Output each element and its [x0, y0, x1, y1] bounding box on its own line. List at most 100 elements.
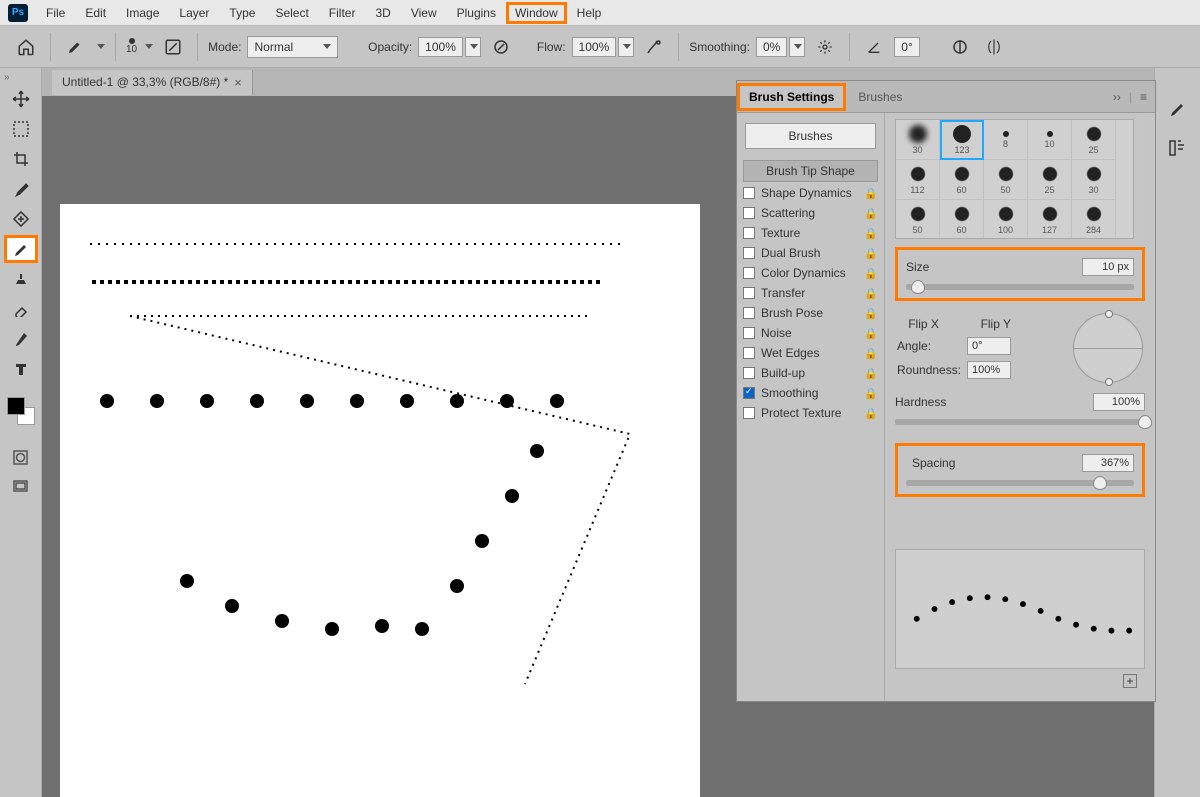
lock-icon[interactable]: 🔒 — [864, 367, 878, 380]
lock-icon[interactable]: 🔒 — [864, 327, 878, 340]
setting-brush-pose[interactable]: Brush Pose🔒 — [737, 303, 884, 323]
lock-icon[interactable]: 🔒 — [864, 407, 878, 420]
size-slider[interactable] — [906, 284, 1134, 290]
tab-brushes[interactable]: Brushes — [846, 83, 914, 111]
spacing-slider[interactable] — [906, 480, 1134, 486]
brush-thumb[interactable]: 30 — [896, 120, 940, 160]
spacing-value[interactable]: 367% — [1082, 454, 1134, 472]
symmetry-icon[interactable] — [980, 33, 1008, 61]
chevron-down-icon[interactable] — [789, 37, 805, 57]
color-swatches[interactable] — [7, 397, 35, 425]
checkbox[interactable] — [743, 327, 755, 339]
chevron-down-icon[interactable] — [465, 37, 481, 57]
brushes-panel-icon[interactable] — [1167, 138, 1189, 158]
smoothing-input[interactable]: 0% — [756, 37, 805, 57]
menu-type[interactable]: Type — [219, 2, 265, 24]
brush-thumb[interactable]: 100 — [984, 200, 1028, 239]
checkbox[interactable] — [743, 407, 755, 419]
mode-dropdown[interactable]: Normal — [247, 36, 338, 58]
menu-view[interactable]: View — [401, 2, 447, 24]
brush-thumb[interactable]: 284 — [1072, 200, 1116, 239]
checkbox[interactable] — [743, 307, 755, 319]
lock-icon[interactable]: 🔒 — [864, 207, 878, 220]
type-tool[interactable] — [4, 355, 38, 383]
setting-noise[interactable]: Noise🔒 — [737, 323, 884, 343]
menu-filter[interactable]: Filter — [319, 2, 366, 24]
brush-tip-shape-row[interactable]: Brush Tip Shape — [743, 160, 878, 182]
healing-tool[interactable] — [4, 205, 38, 233]
lock-icon[interactable]: 🔒 — [864, 347, 878, 360]
setting-color-dynamics[interactable]: Color Dynamics🔒 — [737, 263, 884, 283]
eraser-tool[interactable] — [4, 295, 38, 323]
brush-thumb[interactable]: 30 — [1072, 160, 1116, 200]
brush-thumb[interactable]: 10 — [1028, 120, 1072, 160]
brush-thumb[interactable]: 127 — [1028, 200, 1072, 239]
setting-protect-texture[interactable]: Protect Texture🔒 — [737, 403, 884, 423]
hardness-slider[interactable] — [895, 419, 1145, 425]
lock-icon[interactable]: 🔒 — [864, 287, 878, 300]
menu-layer[interactable]: Layer — [169, 2, 219, 24]
checkbox[interactable] — [743, 387, 755, 399]
setting-transfer[interactable]: Transfer🔒 — [737, 283, 884, 303]
brush-thumbnails[interactable]: 3012381025112605025305060100127284 — [895, 119, 1145, 239]
tool-preset-icon[interactable] — [61, 33, 89, 61]
crop-tool[interactable] — [4, 145, 38, 173]
opacity-input[interactable]: 100% — [418, 37, 481, 57]
brush-thumb[interactable]: 25 — [1072, 120, 1116, 160]
lock-icon[interactable]: 🔒 — [864, 187, 878, 200]
checkbox[interactable] — [743, 287, 755, 299]
screenmode-tool[interactable] — [4, 473, 38, 501]
lock-icon[interactable]: 🔒 — [864, 267, 878, 280]
brush-thumb[interactable]: 50 — [896, 200, 940, 239]
setting-dual-brush[interactable]: Dual Brush🔒 — [737, 243, 884, 263]
angle-icon[interactable] — [860, 33, 888, 61]
menu-help[interactable]: Help — [567, 2, 612, 24]
chevron-down-icon[interactable] — [145, 44, 153, 49]
lock-icon[interactable]: 🔒 — [864, 387, 878, 400]
brush-tool[interactable] — [4, 235, 38, 263]
scrollbar[interactable] — [1133, 119, 1145, 239]
setting-smoothing[interactable]: Smoothing🔒 — [737, 383, 884, 403]
brush-panel-icon[interactable] — [1167, 98, 1189, 120]
setting-texture[interactable]: Texture🔒 — [737, 223, 884, 243]
quickmask-tool[interactable] — [4, 443, 38, 471]
angle-value[interactable]: 0° — [967, 337, 1011, 355]
brush-thumb[interactable]: 60 — [940, 160, 984, 200]
close-icon[interactable]: × — [234, 75, 242, 90]
new-preset-icon[interactable]: + — [1123, 674, 1137, 688]
hardness-value[interactable]: 100% — [1093, 393, 1145, 411]
home-icon[interactable] — [12, 33, 40, 61]
checkbox[interactable] — [743, 267, 755, 279]
marquee-tool[interactable] — [4, 115, 38, 143]
clone-stamp-tool[interactable] — [4, 265, 38, 293]
checkbox[interactable] — [743, 247, 755, 259]
move-tool[interactable] — [4, 85, 38, 113]
flow-input[interactable]: 100% — [572, 37, 635, 57]
setting-build-up[interactable]: Build-up🔒 — [737, 363, 884, 383]
setting-scattering[interactable]: Scattering🔒 — [737, 203, 884, 223]
menu-select[interactable]: Select — [265, 2, 318, 24]
canvas[interactable] — [60, 204, 700, 797]
menu-file[interactable]: File — [36, 2, 75, 24]
chevron-down-icon[interactable] — [618, 37, 634, 57]
checkbox[interactable] — [743, 367, 755, 379]
brush-thumb[interactable]: 60 — [940, 200, 984, 239]
angle-value[interactable]: 0° — [894, 37, 919, 57]
menu-edit[interactable]: Edit — [75, 2, 116, 24]
lock-icon[interactable]: 🔒 — [864, 227, 878, 240]
lock-icon[interactable]: 🔒 — [864, 307, 878, 320]
pressure-opacity-icon[interactable] — [487, 33, 515, 61]
chevron-down-icon[interactable] — [97, 44, 105, 49]
roundness-value[interactable]: 100% — [967, 361, 1011, 379]
checkbox[interactable] — [743, 227, 755, 239]
menu-3d[interactable]: 3D — [365, 2, 400, 24]
setting-shape-dynamics[interactable]: Shape Dynamics🔒 — [737, 183, 884, 203]
brushes-button[interactable]: Brushes — [745, 123, 876, 149]
smoothing-options-icon[interactable] — [811, 33, 839, 61]
tab-brush-settings[interactable]: Brush Settings — [737, 83, 846, 111]
collapse-icon[interactable]: ›› — [1113, 90, 1121, 104]
lock-icon[interactable]: 🔒 — [864, 247, 878, 260]
pen-tool[interactable] — [4, 325, 38, 353]
menu-image[interactable]: Image — [116, 2, 169, 24]
brush-thumb[interactable]: 25 — [1028, 160, 1072, 200]
